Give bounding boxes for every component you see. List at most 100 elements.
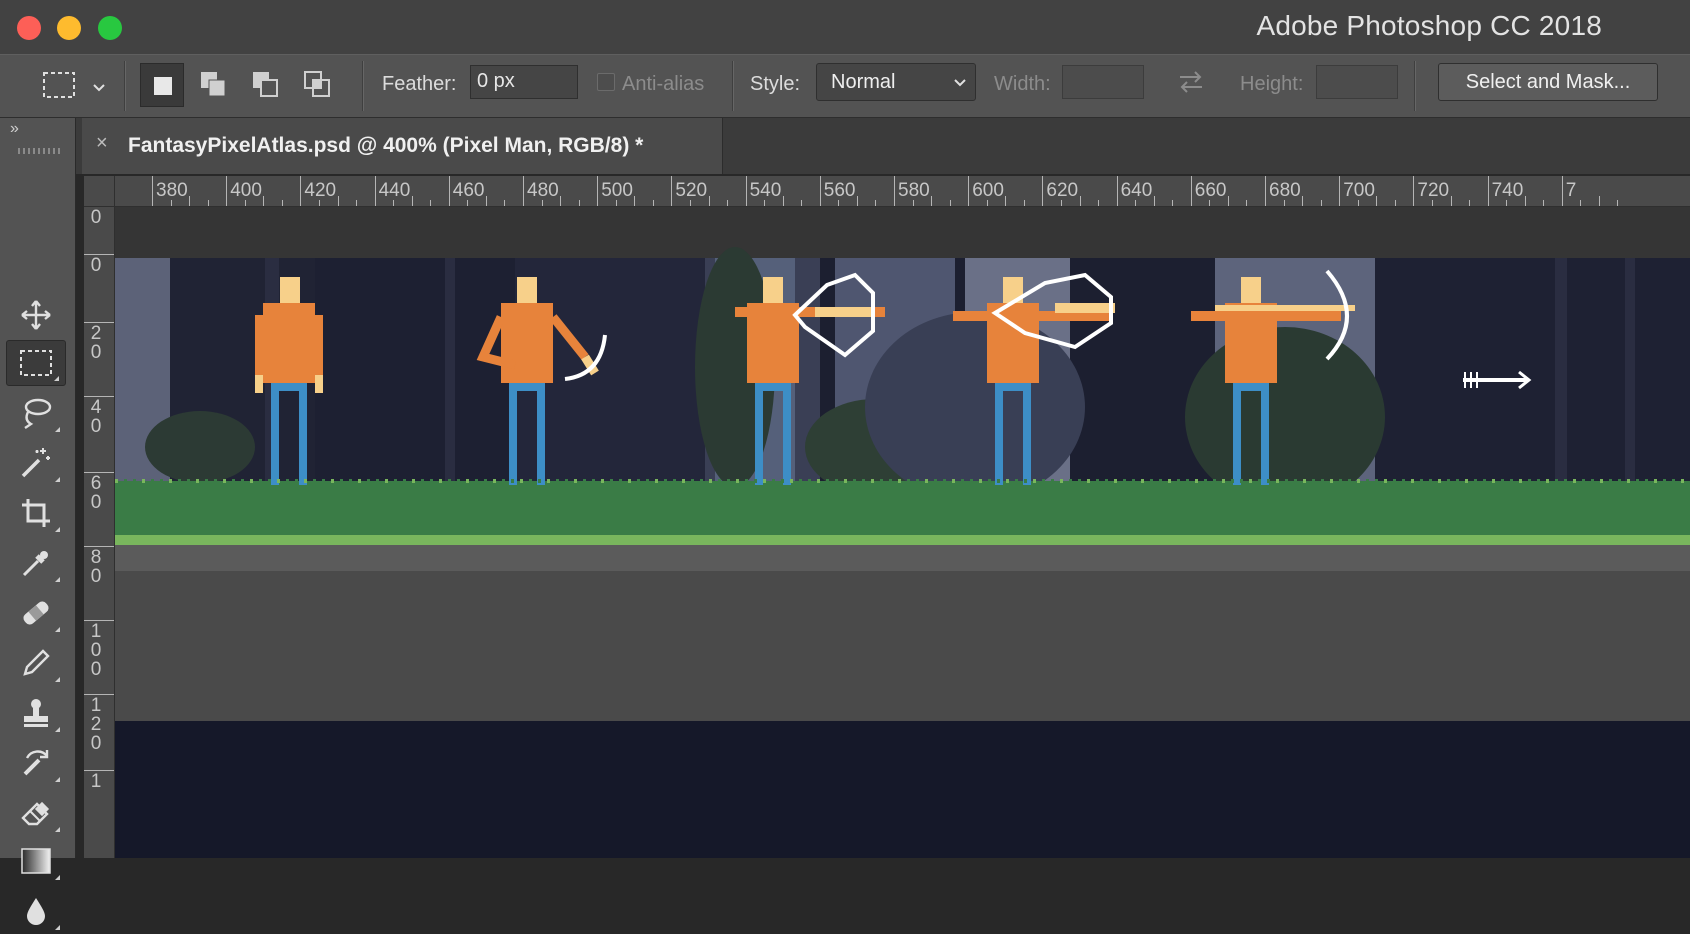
gradient-tool[interactable] [6, 838, 66, 884]
grass-tuft [1528, 479, 1531, 483]
grass-tuft [1060, 479, 1063, 483]
grass-tuft [349, 479, 352, 483]
grass-tuft [1483, 479, 1486, 483]
new-selection-button[interactable] [140, 63, 184, 107]
blur-tool[interactable] [6, 888, 66, 934]
intersect-selection-button[interactable] [296, 63, 340, 107]
grass-tuft [403, 479, 406, 483]
grass-tuft [286, 479, 289, 483]
grass-tuft [790, 479, 793, 483]
divider [732, 61, 734, 111]
grass-tuft [358, 479, 361, 483]
ruler-label: 60 [90, 473, 102, 513]
grass-tuft [1636, 479, 1639, 483]
document-tab[interactable]: × FantasyPixelAtlas.psd @ 400% (Pixel Ma… [82, 118, 723, 174]
grass-tuft [1654, 479, 1657, 483]
feather-input[interactable]: 0 px [470, 65, 578, 99]
document-canvas[interactable] [115, 207, 1690, 858]
grass-tuft [1519, 479, 1522, 483]
add-to-selection-button[interactable] [192, 63, 236, 107]
eraser-icon [21, 801, 50, 826]
eraser-tool[interactable] [6, 790, 66, 836]
style-select[interactable]: Normal [816, 63, 976, 101]
grass-tuft [988, 479, 991, 483]
height-label: Height: [1240, 73, 1304, 95]
magic-wand-tool[interactable] [6, 440, 66, 486]
grass-tuft [898, 479, 901, 483]
anti-alias-checkbox[interactable] [597, 73, 615, 91]
grass-tufts [115, 479, 1684, 483]
ruler-label: 0 [90, 207, 102, 228]
ruler-label: 500 [601, 180, 633, 201]
add-to-selection-icon [201, 72, 226, 97]
ruler-label: 560 [823, 180, 856, 201]
grass-tuft [781, 479, 784, 483]
swap-arrows-icon[interactable] [1176, 68, 1206, 96]
history-brush-tool[interactable] [6, 740, 66, 786]
ruler-label: 680 [1269, 180, 1301, 201]
zoom-window-button[interactable] [98, 16, 122, 40]
horizontal-ruler[interactable]: 380 400 420 440 460 480 500 520 540 560 580 600 620 6… [84, 176, 1690, 207]
tool-preset-picker[interactable] [40, 63, 110, 107]
grass-tuft [1177, 479, 1180, 483]
ruler-tick [1116, 176, 1118, 206]
grass-tuft [682, 479, 685, 483]
grass-tuft [268, 479, 271, 483]
ruler-tick [894, 176, 895, 206]
grass-tuft [808, 479, 811, 483]
grass-tuft [997, 479, 1000, 483]
intersect-selection-icon [304, 71, 330, 97]
rectangular-marquee-tool[interactable] [6, 340, 66, 386]
grass-tuft [1366, 479, 1369, 483]
ruler-minor-tick [1320, 200, 1322, 206]
ruler-label: 580 [898, 180, 930, 201]
clone-stamp-tool[interactable] [6, 690, 66, 736]
close-tab-icon[interactable]: × [96, 132, 108, 155]
ruler-label: 700 [1343, 180, 1375, 201]
ruler-minor-tick [708, 196, 710, 206]
ruler-minor-tick [1524, 196, 1526, 206]
minimize-window-button[interactable] [57, 16, 81, 40]
ruler-label: 640 [1120, 180, 1153, 201]
lasso-tool[interactable] [6, 390, 66, 436]
ruler-tick [1413, 176, 1415, 206]
grass-tuft [1474, 479, 1477, 483]
grass-tuft [1357, 479, 1360, 483]
grass-tuft [664, 479, 667, 483]
ruler-label: 720 [1417, 180, 1450, 201]
grass-tuft [925, 479, 928, 483]
eyedropper-tool[interactable] [6, 540, 66, 586]
rectangular-marquee-icon [43, 72, 75, 98]
expand-toolbox-icon[interactable]: » [10, 120, 19, 138]
ruler-label: 380 [156, 180, 188, 201]
ruler-minor-tick [1302, 196, 1304, 206]
width-input[interactable] [1062, 65, 1144, 99]
title-bar: Adobe Photoshop CC 2018 [0, 0, 1690, 54]
grass-tuft [871, 479, 874, 483]
select-and-mask-button[interactable]: Select and Mask... [1438, 63, 1658, 101]
ruler-tick [745, 176, 747, 206]
grass-tuft [340, 479, 343, 483]
height-input[interactable] [1316, 65, 1398, 99]
move-tool[interactable] [6, 292, 66, 338]
grass-tuft [547, 479, 550, 483]
ruler-minor-tick [652, 200, 654, 206]
ruler-minor-tick [1598, 196, 1600, 206]
close-window-button[interactable] [17, 16, 41, 40]
healing-brush-tool[interactable] [6, 590, 66, 636]
toolbox-grip[interactable] [18, 148, 60, 154]
vertical-ruler[interactable]: 0 0 20 40 60 80 100 120 1 [84, 206, 115, 858]
app-title: Adobe Photoshop CC 2018 [1256, 10, 1602, 41]
grass-tuft [322, 479, 325, 483]
grass-tuft [367, 479, 370, 483]
ruler-label: 480 [527, 180, 559, 201]
lasso-icon [24, 398, 52, 429]
ruler-origin[interactable] [84, 176, 115, 207]
brush-tool[interactable] [6, 640, 66, 686]
subtract-from-selection-button[interactable] [244, 63, 288, 107]
ruler-label: 0 [90, 255, 102, 276]
grass-tuft [466, 479, 469, 483]
crop-tool[interactable] [6, 490, 66, 536]
grass-tuft [1537, 479, 1540, 483]
grass-tuft [115, 479, 118, 483]
